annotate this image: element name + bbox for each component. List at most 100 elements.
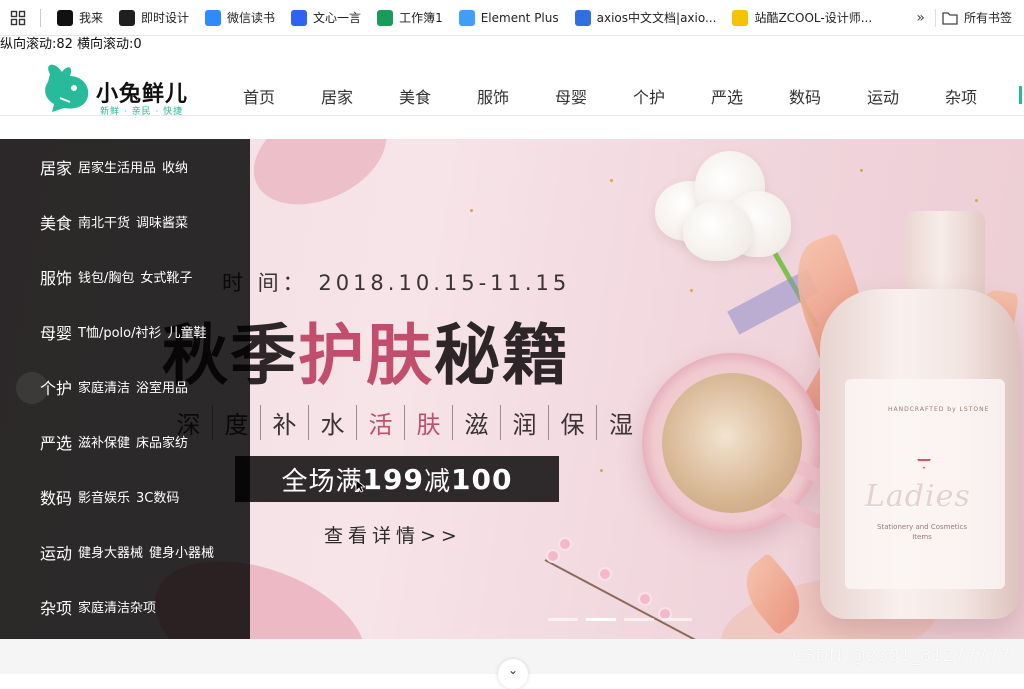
category-sub-link[interactable]: 收纳	[162, 157, 188, 176]
bookmark-label: Element Plus	[480, 10, 559, 25]
wolai-icon	[57, 9, 73, 26]
banner-date: 时 间： 2018.10.15-11.15	[222, 271, 571, 295]
category-sub-link[interactable]: 床品家纺	[136, 432, 188, 451]
category-name[interactable]: 美食	[40, 210, 72, 234]
subtitle-char: 活	[357, 405, 405, 440]
category-name[interactable]: 居家	[40, 155, 72, 179]
apps-grid-icon[interactable]	[0, 0, 36, 36]
category-item-0[interactable]: 居家 居家生活用品 收纳	[0, 139, 250, 194]
all-bookmarks-folder[interactable]: 所有书签	[934, 8, 1024, 27]
blossom-flower	[548, 551, 558, 561]
more-bookmarks-button[interactable]: »	[906, 10, 935, 26]
category-item-3[interactable]: 母婴 T恤/polo/衬衫 儿童鞋	[0, 304, 250, 359]
wenxin-icon	[291, 9, 308, 26]
nav-item-1[interactable]: 居家	[298, 62, 376, 108]
scroll-readout: 纵向滚动:82 横向滚动:0	[0, 37, 142, 53]
category-item-6[interactable]: 数码 影音娱乐 3C数码	[0, 469, 250, 524]
sheet-icon	[377, 9, 394, 26]
nav-overflow-indicator	[1019, 86, 1022, 104]
nav-item-8[interactable]: 运动	[844, 62, 922, 108]
bookmark-1[interactable]: 即时设计	[111, 5, 197, 31]
subtitle-char: 保	[549, 405, 597, 440]
category-sub-link[interactable]: 女式靴子	[140, 267, 192, 286]
category-name[interactable]: 严选	[40, 430, 72, 454]
coffee-foam	[662, 373, 802, 513]
bookmark-label: 站酷ZCOOL-设计师...	[754, 11, 873, 25]
category-sub-link[interactable]: 3C数码	[136, 487, 179, 506]
bookmark-5[interactable]: Element Plus	[451, 5, 567, 31]
nav-item-7[interactable]: 数码	[766, 62, 844, 108]
nav-item-6[interactable]: 严选	[688, 62, 766, 108]
blossom-flower	[640, 594, 650, 604]
jsdesign-icon	[119, 9, 136, 26]
category-name[interactable]: 数码	[40, 485, 72, 509]
site-header: 小兔鲜儿 新鲜 · 亲民 · 快捷 首页 居家 美食 服饰 母婴 个护 严选 数码 运动 杂项	[0, 54, 1024, 117]
view-details-link[interactable]: 查看详情>>	[324, 521, 462, 548]
carousel-dot-3[interactable]	[662, 618, 692, 621]
bookmark-4[interactable]: 工作簿1	[369, 5, 451, 31]
site-logo[interactable]: 小兔鲜儿 新鲜 · 亲民 · 快捷	[40, 62, 200, 117]
category-item-1[interactable]: 美食 南北干货 调味酱菜	[0, 194, 250, 249]
folder-icon	[942, 11, 958, 25]
category-sub-link[interactable]: 浴室用品	[136, 377, 188, 396]
bookmark-7[interactable]: 站酷ZCOOL-设计师...	[724, 5, 880, 31]
nav-item-4[interactable]: 母婴	[532, 62, 610, 108]
category-name[interactable]: 杂项	[40, 595, 72, 619]
bookmark-2[interactable]: 微信读书	[197, 5, 283, 31]
carousel-dot-0[interactable]	[548, 618, 578, 621]
category-sub-link[interactable]: 南北干货	[78, 212, 130, 231]
category-item-7[interactable]: 运动 健身大器械 健身小器械	[0, 524, 250, 579]
element-plus-icon	[458, 9, 475, 26]
category-sub-link[interactable]: 家庭清洁杂项	[78, 597, 156, 616]
bookmark-0[interactable]: 我来	[49, 5, 111, 31]
bookmark-label: 我来	[79, 11, 104, 25]
category-sub-link[interactable]: 钱包/胸包	[78, 267, 134, 286]
subtitle-char: 润	[501, 405, 549, 440]
white-flower-image	[655, 151, 795, 271]
bookmark-6[interactable]: axios中文文档|axio...	[567, 5, 725, 31]
category-item-2[interactable]: 服饰 钱包/胸包 女式靴子	[0, 249, 250, 304]
category-sub-link[interactable]: 家庭清洁	[78, 377, 130, 396]
chevron-down-icon: ⌄	[507, 663, 519, 677]
ribbon-decoration	[237, 139, 403, 225]
blossom-flower	[560, 539, 570, 549]
nav-item-5[interactable]: 个护	[610, 62, 688, 108]
category-sub-link[interactable]: 儿童鞋	[168, 322, 207, 341]
subtitle-char: 水	[309, 405, 357, 440]
csdn-watermark: CSDN @2301_81277777	[792, 646, 1011, 666]
scroll-down-button[interactable]: ⌄	[498, 659, 528, 689]
carousel-dot-2[interactable]	[624, 618, 654, 621]
category-name[interactable]: 运动	[40, 540, 72, 564]
mouse-cursor-icon	[355, 479, 365, 493]
axios-icon	[574, 9, 591, 26]
nav-item-0[interactable]: 首页	[220, 62, 298, 108]
category-sub-link[interactable]: 调味酱菜	[136, 212, 188, 231]
rabbit-logo-icon	[45, 64, 89, 112]
category-sub-link[interactable]: T恤/polo/衬衫	[78, 322, 161, 341]
category-name[interactable]: 母婴	[40, 320, 72, 344]
bookmark-label: 微信读书	[227, 11, 276, 25]
all-bookmarks-label: 所有书签	[963, 11, 1012, 25]
carousel-dot-1[interactable]	[586, 618, 616, 621]
bottle-brand: Ladies	[865, 479, 971, 514]
zcool-icon	[732, 9, 749, 26]
bookmark-label: 即时设计	[141, 11, 190, 25]
bottle-small-text: HANDCRAFTED by LSTONE	[888, 406, 990, 413]
category-sub-link[interactable]: 影音娱乐	[78, 487, 130, 506]
category-sub-link[interactable]: 滋补保健	[78, 432, 130, 451]
nav-item-2[interactable]: 美食	[376, 62, 454, 108]
carousel-prev-button[interactable]	[16, 372, 48, 404]
bookmark-label: axios中文文档|axio...	[596, 11, 717, 25]
blossom-branch	[544, 559, 723, 639]
nav-item-3[interactable]: 服饰	[454, 62, 532, 108]
category-item-8[interactable]: 杂项 家庭清洁杂项	[0, 579, 250, 634]
category-sub-link[interactable]: 健身小器械	[149, 542, 214, 561]
category-item-5[interactable]: 严选 滋补保健 床品家纺	[0, 414, 250, 469]
category-sub-link[interactable]: 健身大器械	[78, 542, 143, 561]
category-name[interactable]: 服饰	[40, 265, 72, 289]
nav-item-9[interactable]: 杂项	[922, 62, 1000, 108]
category-sub-link[interactable]: 居家生活用品	[78, 157, 156, 176]
bookmark-3[interactable]: 文心一言	[283, 5, 369, 31]
logo-slogan: 新鲜 · 亲民 · 快捷	[100, 107, 184, 117]
subtitle-char: 湿	[609, 411, 633, 439]
